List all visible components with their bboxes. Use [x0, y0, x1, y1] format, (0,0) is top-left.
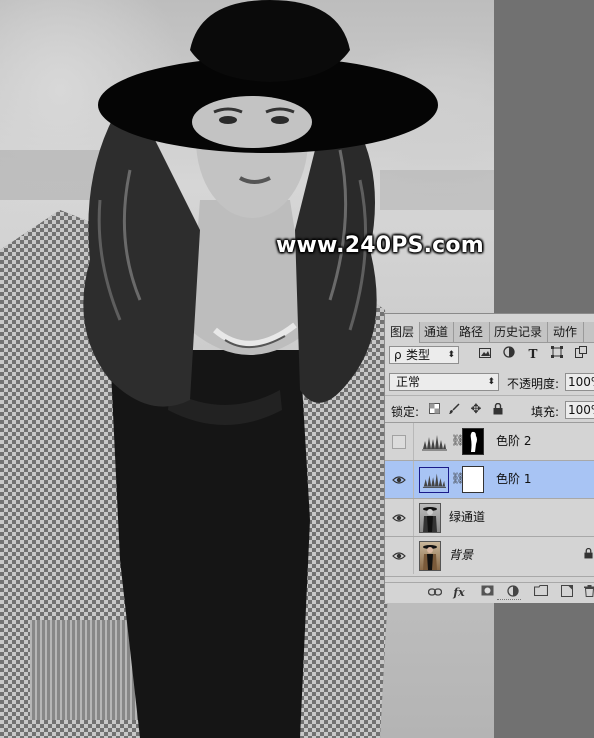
eye-icon[interactable]	[392, 549, 406, 563]
panel-bottom-toolbar: fx	[385, 582, 594, 603]
blend-row: 正常 ⬍ 不透明度: 100%	[385, 369, 594, 396]
lock-move-icon[interactable]: ✥	[469, 403, 483, 417]
opacity-input[interactable]: 100%	[565, 373, 594, 391]
layer-row-levels-1[interactable]: ⛓ 色阶 1	[385, 461, 594, 499]
layer-name[interactable]: 色阶 2	[496, 423, 531, 460]
lock-icon	[584, 547, 593, 562]
divider	[413, 423, 414, 460]
eye-icon[interactable]	[392, 473, 406, 487]
chevron-updown-icon: ⬍	[447, 350, 455, 360]
divider	[413, 537, 414, 574]
lock-brush-icon[interactable]	[447, 403, 461, 417]
levels-adjustment-icon	[419, 429, 449, 455]
layer-name[interactable]: 背景	[449, 537, 473, 574]
tab-channels[interactable]: 通道	[419, 322, 454, 342]
filter-kind-value: 类型	[406, 348, 431, 362]
lock-all-icon[interactable]	[491, 402, 505, 417]
tab-paths[interactable]: 路径	[453, 322, 490, 342]
lock-transparent-icon[interactable]	[427, 403, 441, 417]
layers-panel: 图层 通道 路径 历史记录 动作 ρ 类型 ⬍ T 正常 ⬍ 不透明度: 100…	[384, 313, 594, 603]
layer-mask-thumbnail[interactable]	[462, 428, 484, 455]
divider	[413, 499, 414, 536]
fill-label: 填充:	[531, 405, 560, 419]
lock-row: 锁定: ✥ 填充: 100%	[385, 398, 594, 423]
search-icon: ρ	[394, 348, 402, 362]
blend-mode-value: 正常	[396, 375, 421, 389]
tab-layers[interactable]: 图层	[385, 322, 420, 343]
eye-icon[interactable]	[392, 511, 406, 525]
visibility-toggle[interactable]	[392, 435, 406, 449]
layer-name[interactable]: 色阶 1	[496, 461, 531, 498]
shape-icon[interactable]	[549, 346, 565, 362]
layer-row-levels-2[interactable]: ⛓ 色阶 2	[385, 423, 594, 461]
fx-icon[interactable]: fx	[451, 585, 467, 601]
levels-adjustment-icon	[419, 467, 449, 493]
layer-name[interactable]: 绿通道	[449, 499, 485, 536]
opacity-label: 不透明度:	[507, 377, 560, 391]
layer-mask-thumbnail[interactable]	[462, 466, 484, 493]
fill-input[interactable]: 100%	[565, 401, 594, 419]
layer-thumbnail[interactable]	[419, 541, 441, 571]
smart-object-icon[interactable]	[573, 346, 589, 362]
layer-filter-row: ρ 类型 ⬍ T	[385, 343, 594, 367]
tab-actions[interactable]: 动作	[547, 322, 584, 342]
delete-icon[interactable]	[581, 585, 594, 601]
adjustment-icon[interactable]	[501, 346, 517, 362]
add-mask-icon[interactable]	[479, 585, 495, 601]
filter-kind-select[interactable]: ρ 类型 ⬍	[389, 346, 459, 364]
new-group-icon[interactable]	[533, 584, 549, 601]
divider	[413, 461, 414, 498]
layer-thumbnail[interactable]	[419, 503, 441, 533]
panel-tab-bar: 图层 通道 路径 历史记录 动作	[385, 322, 594, 343]
layer-row-green-channel[interactable]: 绿通道	[385, 499, 594, 537]
watermark-text: www.240PS.com	[276, 233, 484, 258]
new-layer-icon[interactable]	[559, 585, 575, 601]
layer-row-background[interactable]: 背景	[385, 537, 594, 577]
image-icon[interactable]	[477, 346, 493, 362]
tab-history[interactable]: 历史记录	[489, 322, 548, 342]
panel-resize-grip[interactable]	[497, 599, 521, 603]
link-icon[interactable]: ⛓	[451, 471, 465, 487]
blend-mode-select[interactable]: 正常 ⬍	[389, 373, 499, 391]
link-icon[interactable]: ⛓	[451, 433, 465, 449]
type-icon[interactable]: T	[525, 346, 541, 362]
chevron-updown-icon: ⬍	[487, 377, 495, 387]
link-layers-icon[interactable]	[427, 585, 443, 601]
lock-label: 锁定:	[391, 405, 420, 419]
